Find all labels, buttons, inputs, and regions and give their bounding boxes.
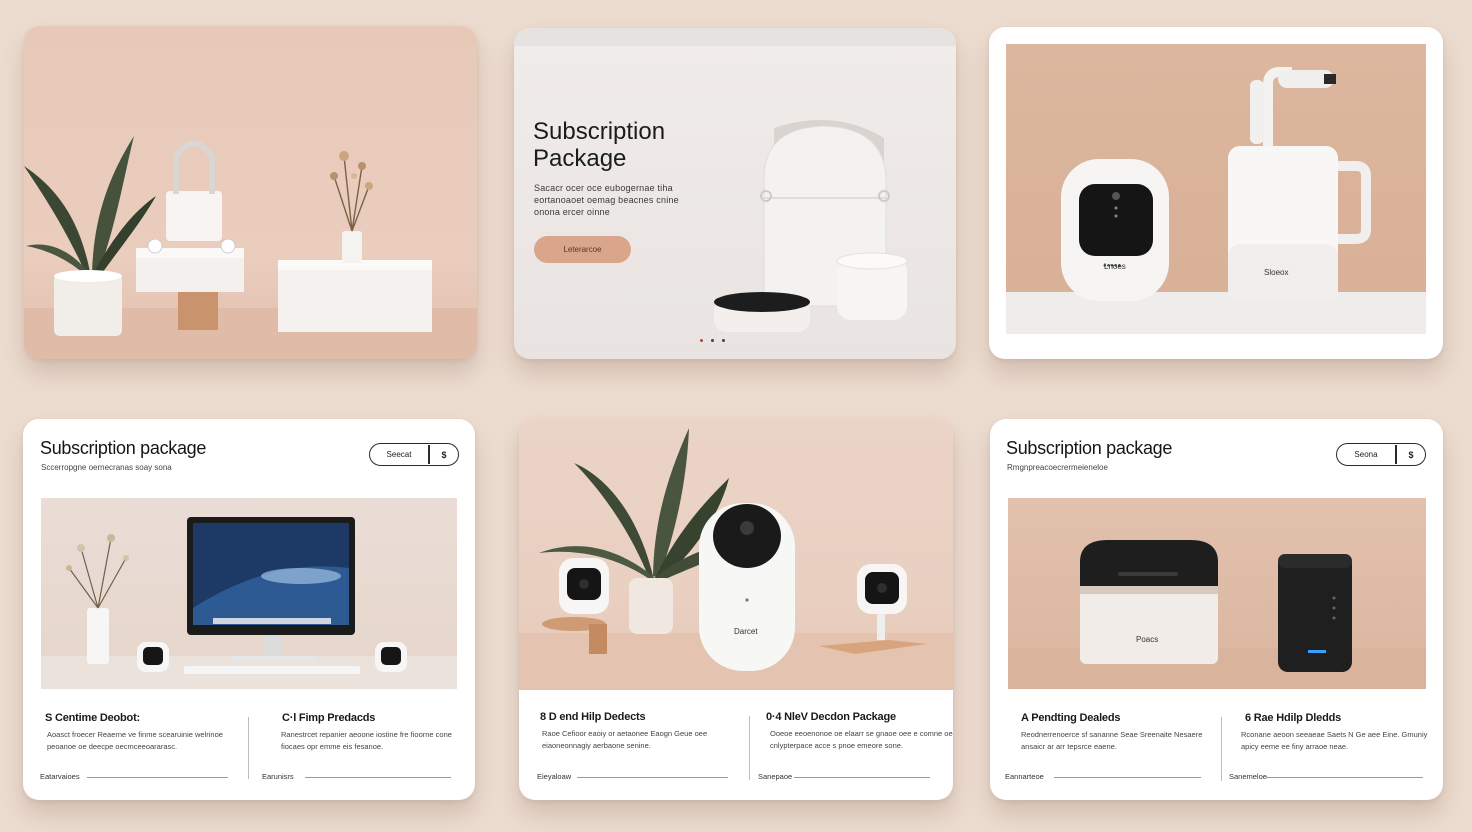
- currency-toggle[interactable]: Seecat $: [369, 443, 459, 466]
- feature-1-description: Aoasct froecer Reaerne ve finme scearuin…: [47, 730, 223, 751]
- product-photo: ●●●●● Lnoes Sloeox: [1006, 44, 1426, 334]
- lock-scene-illustration: [24, 136, 477, 359]
- subscription-package-card-left: Subscription package Sccerropgne oernecr…: [23, 419, 475, 800]
- subscription-package-card-right: Subscription package Rmgnpreacoecrermeie…: [990, 419, 1443, 800]
- feature-1-title: A Pendting Dealeds: [1021, 712, 1121, 724]
- feature-1-rule: [1054, 777, 1201, 778]
- hero-subscription-card: Subscription Package Sacacr ocer oce eub…: [514, 28, 956, 359]
- hero-desc-line3: onona ercer oinne: [534, 207, 610, 217]
- feature-2-link[interactable]: Sanemeloe: [1229, 772, 1267, 781]
- feature-2-title: C·l Fimp Predacds: [282, 712, 376, 724]
- package-subtitle: Sccerropgne oernecranas soay sona: [41, 463, 172, 472]
- toggle-label[interactable]: Seona: [1337, 444, 1395, 465]
- toggle-label[interactable]: Seecat: [370, 444, 428, 465]
- feature-2-rule: [794, 777, 930, 778]
- package-title: Subscription package: [40, 438, 207, 458]
- feature-2-rule: [1266, 777, 1423, 778]
- printer-and-router-illustration: [1008, 540, 1426, 689]
- product-photo: Poacs: [1008, 498, 1426, 689]
- feature-1-description: Raoe Cefioor eaoiy or aetaonee Eaogn Geu…: [542, 729, 708, 750]
- feature-1-title: 8 D end Hilp Dedects: [540, 711, 646, 723]
- hero-desc-line1: Sacacr ocer oce eubogernae tiha: [534, 183, 673, 193]
- product-card-photo-lock[interactable]: [24, 26, 477, 359]
- hero-title-line1: Subscription: [533, 118, 666, 145]
- feature-1-link[interactable]: Eieyaloaw: [537, 772, 571, 781]
- card-top-bar: [514, 28, 956, 46]
- hero-desc-line2: eortanoaoet oemag beacnes cnine: [534, 195, 679, 205]
- package-subtitle: Rmgnpreacoecrermeieneloe: [1007, 463, 1108, 472]
- feature-1-link[interactable]: Eannarteoe: [1005, 772, 1044, 781]
- column-divider: [749, 716, 750, 780]
- product-photo: [41, 498, 457, 689]
- feature-2-title: 0·4 NleV Decdon Package: [766, 711, 896, 723]
- feature-2-description: Ranestrcet repanier aeoone iostine fre f…: [281, 730, 452, 751]
- carousel-dot-2[interactable]: [711, 339, 714, 342]
- feature-2-title: 6 Rae Hdilp Dledds: [1245, 712, 1342, 724]
- currency-toggle[interactable]: Seona $: [1336, 443, 1426, 466]
- feature-2-link[interactable]: Earunisrs: [262, 772, 294, 781]
- feature-2-link[interactable]: Sanepaoe: [758, 772, 792, 781]
- device-label: Poacs: [1136, 635, 1159, 644]
- subscription-package-card-middle: Darcet 8 D end Hilp Dedects Raoe Cefioor…: [519, 418, 953, 800]
- feature-2-description: Rconane aeoon seeaeae Saets N Ge aee Ein…: [1241, 730, 1428, 751]
- column-divider: [248, 717, 249, 779]
- column-divider: [1221, 717, 1222, 781]
- speaker-hub-illustration: [714, 120, 908, 332]
- carousel-dot-1[interactable]: [700, 339, 703, 342]
- camera-and-kettle-illustration: ●●●●●: [1006, 67, 1426, 334]
- feature-1-link[interactable]: Eatarvaioes: [40, 772, 80, 781]
- cameras-and-plant-illustration: [519, 428, 953, 690]
- desktop-setup-illustration: [41, 517, 457, 689]
- device-label-left: Lnoes: [1104, 262, 1126, 271]
- hero-title: Subscription Package: [533, 118, 665, 172]
- device-label-right: Sloeox: [1264, 268, 1289, 277]
- package-title: Subscription package: [1006, 438, 1173, 458]
- hero-title-line2: Package: [533, 145, 627, 172]
- product-card-camera-kettle[interactable]: ●●●●● Lnoes Sloeox: [989, 27, 1443, 359]
- dollar-icon[interactable]: $: [1397, 444, 1425, 465]
- feature-1-description: Reodnerrenoerce sf sananne Seae Sreenait…: [1021, 730, 1203, 751]
- feature-2-rule: [305, 777, 451, 778]
- hero-cta-button[interactable]: Leterarcoe: [534, 236, 631, 263]
- feature-1-rule: [87, 777, 228, 778]
- feature-2-description: Ooeoe eeoenonoe oe elaarr se gnaoe oee e…: [770, 729, 953, 750]
- feature-1-title: S Centime Deobot:: [45, 712, 140, 724]
- hero-description: Sacacr ocer oce eubogernae tiha eortanoa…: [534, 182, 679, 218]
- product-photo: Darcet: [519, 418, 953, 690]
- device-label: Darcet: [734, 627, 758, 636]
- feature-1-rule: [577, 777, 728, 778]
- carousel-dot-3[interactable]: [722, 339, 725, 342]
- dollar-icon[interactable]: $: [430, 444, 458, 465]
